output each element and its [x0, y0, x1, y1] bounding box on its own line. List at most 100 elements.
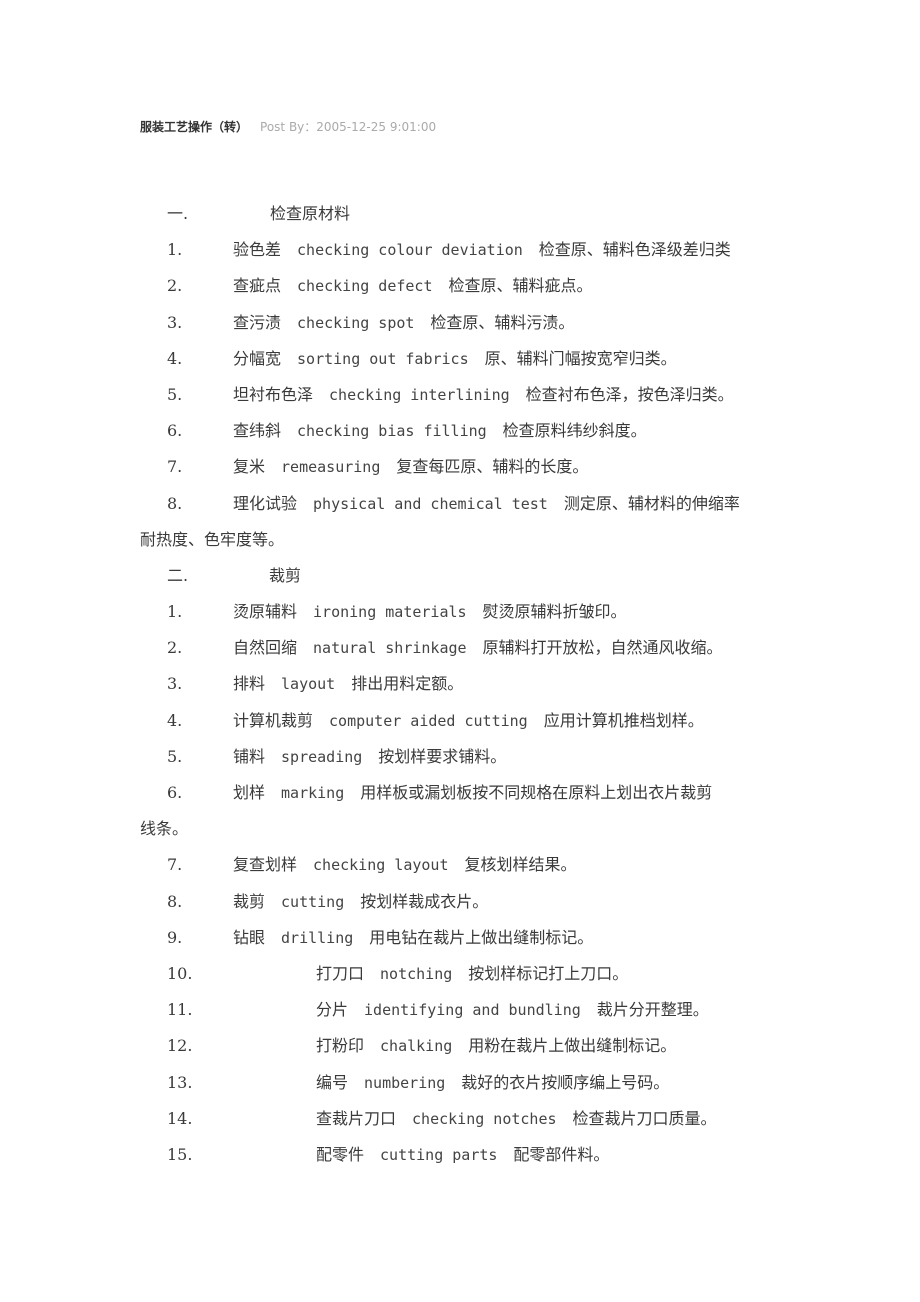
list-item: 6. 划样 marking 用样板或漏划板按不同规格在原料上划出衣片裁剪 — [0, 778, 783, 814]
item-term-en: chalking — [380, 1037, 453, 1056]
item-description: 测定原、辅材料的伸缩率 — [563, 493, 740, 513]
item-text: 烫原辅料 ironing materials 熨烫原辅料折皱印。 — [233, 597, 627, 627]
item-term-zh: 裁剪 — [233, 891, 266, 911]
item-number: 5. — [167, 384, 183, 404]
item-description-continued: 耐热度、色牢度等。 — [140, 529, 285, 549]
list-item: 8. 裁剪 cutting 按划样裁成衣片。 — [0, 887, 783, 923]
list-item: 12. 打粉印 chalking 用粉在裁片上做出缝制标记。 — [0, 1031, 783, 1067]
item-number: 1. — [167, 602, 183, 622]
item-description: 配零部件料。 — [513, 1144, 610, 1164]
item-term-zh: 打刀口 — [316, 963, 365, 983]
item-text: 查裁片刀口 checking notches 检查裁片刀口质量。 — [316, 1104, 717, 1134]
item-text: 裁剪 cutting 按划样裁成衣片。 — [233, 887, 488, 917]
item-term-zh: 铺料 — [233, 746, 266, 766]
post-meta: Post By：2005-12-25 9:01:00 — [260, 120, 437, 134]
item-term-zh: 划样 — [233, 783, 266, 802]
item-number: 13. — [167, 1072, 193, 1092]
item-number: 7. — [167, 457, 183, 477]
item-term-zh: 复米 — [233, 457, 266, 477]
list-item: 4. 计算机裁剪 computer aided cutting 应用计算机推档划样。 — [0, 706, 783, 742]
list-item: 2. 查疵点 checking defect 检查原、辅料疵点。 — [0, 271, 783, 307]
item-number: 2. — [167, 276, 183, 296]
section-heading: 一. 检查原材料 — [0, 199, 783, 235]
post-header: 服装工艺操作（转） Post By：2005-12-25 9:01:00 — [140, 118, 436, 135]
item-text: 计算机裁剪 computer aided cutting 应用计算机推档划样。 — [233, 706, 704, 736]
item-term-en: sorting out fabrics — [297, 349, 469, 368]
list-item: 11. 分片 identifying and bundling 裁片分开整理。 — [0, 995, 783, 1031]
item-term-zh: 烫原辅料 — [233, 602, 298, 622]
item-text: 查纬斜 checking bias filling 检查原料纬纱斜度。 — [233, 416, 647, 446]
item-number: 9. — [167, 927, 183, 947]
item-description: 裁片分开整理。 — [596, 1000, 709, 1020]
list-item: 5. 坦衬布色泽 checking interlining 检查衬布色泽，按色泽归类。 — [0, 380, 783, 416]
section-title: 检查原材料 — [270, 204, 351, 223]
item-description: 用电钻在裁片上做出缝制标记。 — [369, 927, 594, 947]
item-term-en: checking interlining — [329, 385, 510, 404]
item-text: 打刀口 notching 按划样标记打上刀口。 — [316, 959, 628, 989]
item-term-en: physical and chemical test — [313, 494, 548, 513]
item-text: 钻眼 drilling 用电钻在裁片上做出缝制标记。 — [233, 923, 593, 953]
list-item: 15. 配零件 cutting parts 配零部件料。 — [0, 1140, 783, 1176]
item-description: 原、辅料门幅按宽窄归类。 — [484, 348, 677, 368]
item-term-en: remeasuring — [281, 458, 381, 477]
item-text: 理化试验 physical and chemical test 测定原、辅材料的伸缩… — [233, 489, 740, 519]
item-term-zh: 复查划样 — [233, 855, 298, 875]
item-term-en: checking defect — [297, 277, 433, 296]
item-number: 14. — [167, 1108, 193, 1128]
item-term-zh: 验色差 — [233, 240, 282, 260]
item-number: 11. — [167, 1000, 193, 1020]
item-number: 15. — [167, 1144, 193, 1164]
item-number: 5. — [167, 746, 183, 766]
item-number: 6. — [167, 421, 183, 441]
section-number: 二. — [167, 565, 189, 585]
item-term-en: cutting — [281, 892, 345, 911]
item-term-en: cutting parts — [380, 1145, 498, 1164]
item-term-en: layout — [281, 675, 336, 694]
item-term-zh: 自然回缩 — [233, 638, 298, 658]
item-description: 按划样标记打上刀口。 — [468, 963, 629, 983]
item-number: 10. — [167, 963, 193, 983]
item-number: 8. — [167, 493, 183, 513]
item-term-zh: 排料 — [233, 674, 266, 694]
list-item: 8. 理化试验 physical and chemical test 测定原、辅材料的… — [0, 489, 783, 525]
item-text: 查疵点 checking defect 检查原、辅料疵点。 — [233, 271, 593, 301]
list-item: 7. 复查划样 checking layout 复核划样结果。 — [0, 850, 783, 886]
list-item-continuation: 耐热度、色牢度等。 — [0, 525, 783, 561]
item-term-zh: 配零件 — [316, 1144, 365, 1164]
post-title: 服装工艺操作（转） — [140, 120, 249, 134]
item-text: 坦衬布色泽 checking interlining 检查衬布色泽，按色泽归类。 — [233, 380, 734, 410]
list-item: 1. 烫原辅料 ironing materials 熨烫原辅料折皱印。 — [0, 597, 783, 633]
item-text: 铺料 spreading 按划样要求铺料。 — [233, 742, 506, 772]
item-term-en: drilling — [281, 928, 354, 947]
item-number: 8. — [167, 891, 183, 911]
item-description: 检查衬布色泽，按色泽归类。 — [525, 384, 734, 404]
item-description: 裁好的衣片按顺序编上号码。 — [461, 1072, 670, 1092]
item-term-zh: 查纬斜 — [233, 421, 282, 441]
item-text: 排料 layout 排出用料定额。 — [233, 669, 463, 699]
item-text: 编号 numbering 裁好的衣片按顺序编上号码。 — [316, 1068, 669, 1098]
item-description: 复核划样结果。 — [464, 855, 577, 875]
item-number: 1. — [167, 240, 183, 260]
item-number: 4. — [167, 710, 183, 730]
item-term-en: natural shrinkage — [313, 639, 467, 658]
list-item: 1. 验色差 checking colour deviation 检查原、辅料色泽级差… — [0, 235, 783, 271]
item-description-continued: 线条。 — [140, 819, 189, 839]
item-description: 用样板或漏划板按不同规格在原料上划出衣片裁剪 — [360, 783, 713, 802]
list-item: 14. 查裁片刀口 checking notches 检查裁片刀口质量。 — [0, 1104, 783, 1140]
item-term-zh: 分片 — [316, 1000, 349, 1020]
section-number: 一. — [167, 204, 189, 223]
document-body: 一. 检查原材料 1. 验色差 checking colour deviation 检查原… — [0, 199, 920, 1176]
item-text: 复米 remeasuring 复查每匹原、辅料的长度。 — [233, 452, 588, 482]
item-term-en: checking notches — [412, 1109, 557, 1128]
item-description: 检查原、辅料污渍。 — [430, 312, 575, 332]
item-description: 排出用料定额。 — [351, 674, 464, 694]
list-item: 13. 编号 numbering 裁好的衣片按顺序编上号码。 — [0, 1068, 783, 1104]
section-heading: 二. 裁剪 — [0, 561, 783, 597]
item-term-zh: 分幅宽 — [233, 348, 282, 368]
item-description: 检查原料纬纱斜度。 — [502, 421, 647, 441]
item-term-zh: 打粉印 — [316, 1036, 365, 1056]
item-term-en: numbering — [364, 1073, 446, 1092]
item-text: 复查划样 checking layout 复核划样结果。 — [233, 850, 577, 880]
list-item: 5. 铺料 spreading 按划样要求铺料。 — [0, 742, 783, 778]
item-text: 查污渍 checking spot 检查原、辅料污渍。 — [233, 308, 574, 338]
